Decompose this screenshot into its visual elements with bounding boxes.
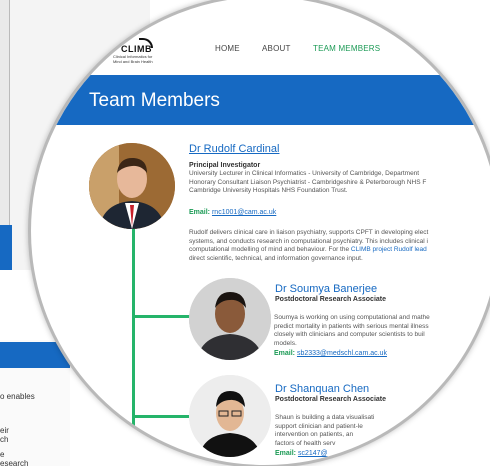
background-blue-strip xyxy=(0,225,12,270)
bio-line: computational modelling of mind and beha… xyxy=(189,246,428,255)
bio-line: Rudolf delivers clinical care in liaison… xyxy=(189,229,429,236)
bio-text: computational modelling of mind and beha… xyxy=(189,246,351,253)
member-name-link[interactable]: Dr Rudolf Cardinal xyxy=(189,143,279,155)
member-email: Email: sb2333@medschl.cam.ac.uk xyxy=(274,350,387,357)
bio-line: Soumya is working on using computational… xyxy=(274,314,430,321)
nav-about[interactable]: ABOUT xyxy=(262,44,291,53)
background-text: o enables xyxy=(0,392,35,401)
bio-line: closely with clinicians and computer sci… xyxy=(274,331,425,338)
member-details: University Lecturer in Clinical Informat… xyxy=(189,170,426,196)
magnifier-circle: CLIMB Clinical Informatics for Mind and … xyxy=(28,0,490,466)
logo-subtitle: Clinical Informatics for Mind and Brain … xyxy=(113,54,153,64)
bio-line: factors of health serv xyxy=(275,439,336,447)
bio-line: models. xyxy=(274,339,297,347)
email-label: Email: xyxy=(274,350,296,357)
detail-line: Honorary Consultant Liaison Psychiatrist… xyxy=(189,178,427,186)
email-label: Email: xyxy=(275,450,297,457)
page-title: Team Members xyxy=(89,90,220,111)
background-text: eir xyxy=(0,426,9,435)
member-role: Postdoctoral Research Associate xyxy=(275,396,387,403)
member-role: Postdoctoral Research Associate xyxy=(275,296,387,303)
bio-line: support clinician and patient-le xyxy=(275,422,363,430)
background-text: ch xyxy=(0,435,9,444)
member-bio: Rudolf delivers clinical care in liaison… xyxy=(189,229,428,263)
avatar-rudolf-cardinal xyxy=(89,143,175,229)
background-text: esearch xyxy=(0,459,29,466)
tree-connector-branch xyxy=(132,415,190,418)
website-view: CLIMB Clinical Informatics for Mind and … xyxy=(31,3,490,465)
nav-team-members[interactable]: TEAM MEMBERS xyxy=(313,44,380,53)
portrait-icon xyxy=(89,143,175,229)
logo-title: CLIMB xyxy=(121,44,152,54)
member-name[interactable]: Dr Soumya Banerjee xyxy=(275,283,377,295)
bio-line: systems, and conducts research in comput… xyxy=(189,237,428,245)
member-bio: Shaun is building a data visualisati sup… xyxy=(275,414,374,448)
email-link[interactable]: sb2333@medschl.cam.ac.uk xyxy=(297,350,387,357)
detail-line: University Lecturer in Clinical Informat… xyxy=(189,170,420,177)
avatar-shanquan-chen xyxy=(189,375,271,457)
email-link[interactable]: rnc1001@cam.ac.uk xyxy=(212,209,276,216)
member-role: Principal Investigator xyxy=(189,162,261,169)
logo-subtitle-line: Mind and Brain Health xyxy=(113,59,153,64)
background-text: e xyxy=(0,450,5,459)
member-name[interactable]: Dr Shanquan Chen xyxy=(275,383,369,395)
climb-logo[interactable]: CLIMB Clinical Informatics for Mind and … xyxy=(113,38,158,66)
bio-project-link[interactable]: CLIMB project Rudolf lead xyxy=(351,246,427,253)
bio-line: predict mortality in patients with serio… xyxy=(274,322,429,330)
nav-home[interactable]: HOME xyxy=(215,44,240,53)
member-email: Email: rnc1001@cam.ac.uk xyxy=(189,209,276,216)
tree-connector-vertical xyxy=(132,229,135,465)
detail-line: Cambridge University Hospitals NHS Found… xyxy=(189,187,348,194)
bio-line: direct scientific, technical, and inform… xyxy=(189,254,363,262)
bio-line: Shaun is building a data visualisati xyxy=(275,414,375,421)
portrait-icon xyxy=(189,278,271,360)
member-bio: Soumya is working on using computational… xyxy=(274,314,430,348)
email-link[interactable]: sc2147@ xyxy=(298,450,328,457)
portrait-icon xyxy=(189,375,271,457)
avatar-soumya-banerjee xyxy=(189,278,271,360)
bio-line: intervention on patients, an xyxy=(275,431,354,438)
member-email: Email: sc2147@ xyxy=(275,450,328,457)
tree-connector-branch xyxy=(132,315,190,318)
email-label: Email: xyxy=(189,209,211,216)
